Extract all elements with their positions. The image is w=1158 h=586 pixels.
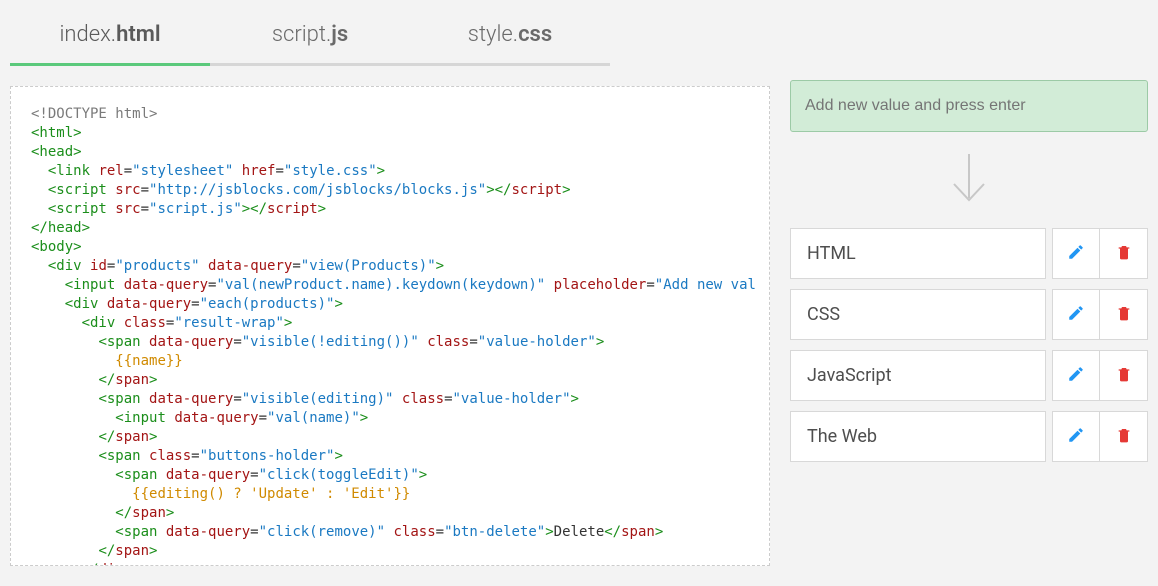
list-item-actions bbox=[1052, 350, 1148, 401]
list-item-label: HTML bbox=[790, 228, 1046, 279]
tab-label-bold: js bbox=[331, 22, 348, 47]
tab-label-bold: html bbox=[116, 22, 161, 47]
tab-label-bold: css bbox=[518, 22, 552, 47]
trash-icon bbox=[1116, 243, 1132, 265]
edit-button[interactable] bbox=[1052, 228, 1100, 279]
list-item: The Web bbox=[790, 411, 1148, 462]
edit-button[interactable] bbox=[1052, 411, 1100, 462]
pencil-icon bbox=[1067, 365, 1085, 387]
list-item: HTML bbox=[790, 228, 1148, 279]
tab-label-pre: style. bbox=[468, 22, 518, 47]
edit-button[interactable] bbox=[1052, 289, 1100, 340]
tab-label-pre: index. bbox=[59, 22, 116, 47]
trash-icon bbox=[1116, 365, 1132, 387]
trash-icon bbox=[1116, 426, 1132, 448]
list-item: CSS bbox=[790, 289, 1148, 340]
edit-button[interactable] bbox=[1052, 350, 1100, 401]
delete-button[interactable] bbox=[1100, 289, 1148, 340]
tab-stylecss[interactable]: style.css bbox=[410, 0, 610, 66]
delete-button[interactable] bbox=[1100, 228, 1148, 279]
list-item-actions bbox=[1052, 228, 1148, 279]
list-item-actions bbox=[1052, 289, 1148, 340]
list-item-label: JavaScript bbox=[790, 350, 1046, 401]
add-value-input[interactable] bbox=[790, 80, 1148, 132]
pencil-icon bbox=[1067, 304, 1085, 326]
list-item: JavaScript bbox=[790, 350, 1148, 401]
code-editor[interactable]: <!DOCTYPE html> <html> <head> <link rel=… bbox=[10, 86, 770, 566]
pencil-icon bbox=[1067, 243, 1085, 265]
list-item-label: The Web bbox=[790, 411, 1046, 462]
tab-scriptjs[interactable]: script.js bbox=[210, 0, 410, 66]
trash-icon bbox=[1116, 304, 1132, 326]
pencil-icon bbox=[1067, 426, 1085, 448]
arrow-down-icon bbox=[790, 132, 1148, 228]
tab-label-pre: script. bbox=[272, 22, 331, 47]
items-list: HTML CSS JavaScript The Web bbox=[790, 228, 1148, 462]
list-item-actions bbox=[1052, 411, 1148, 462]
delete-button[interactable] bbox=[1100, 411, 1148, 462]
tabs: index.htmlscript.jsstyle.css bbox=[10, 0, 770, 66]
list-item-label: CSS bbox=[790, 289, 1046, 340]
delete-button[interactable] bbox=[1100, 350, 1148, 401]
tab-indexhtml[interactable]: index.html bbox=[10, 0, 210, 66]
